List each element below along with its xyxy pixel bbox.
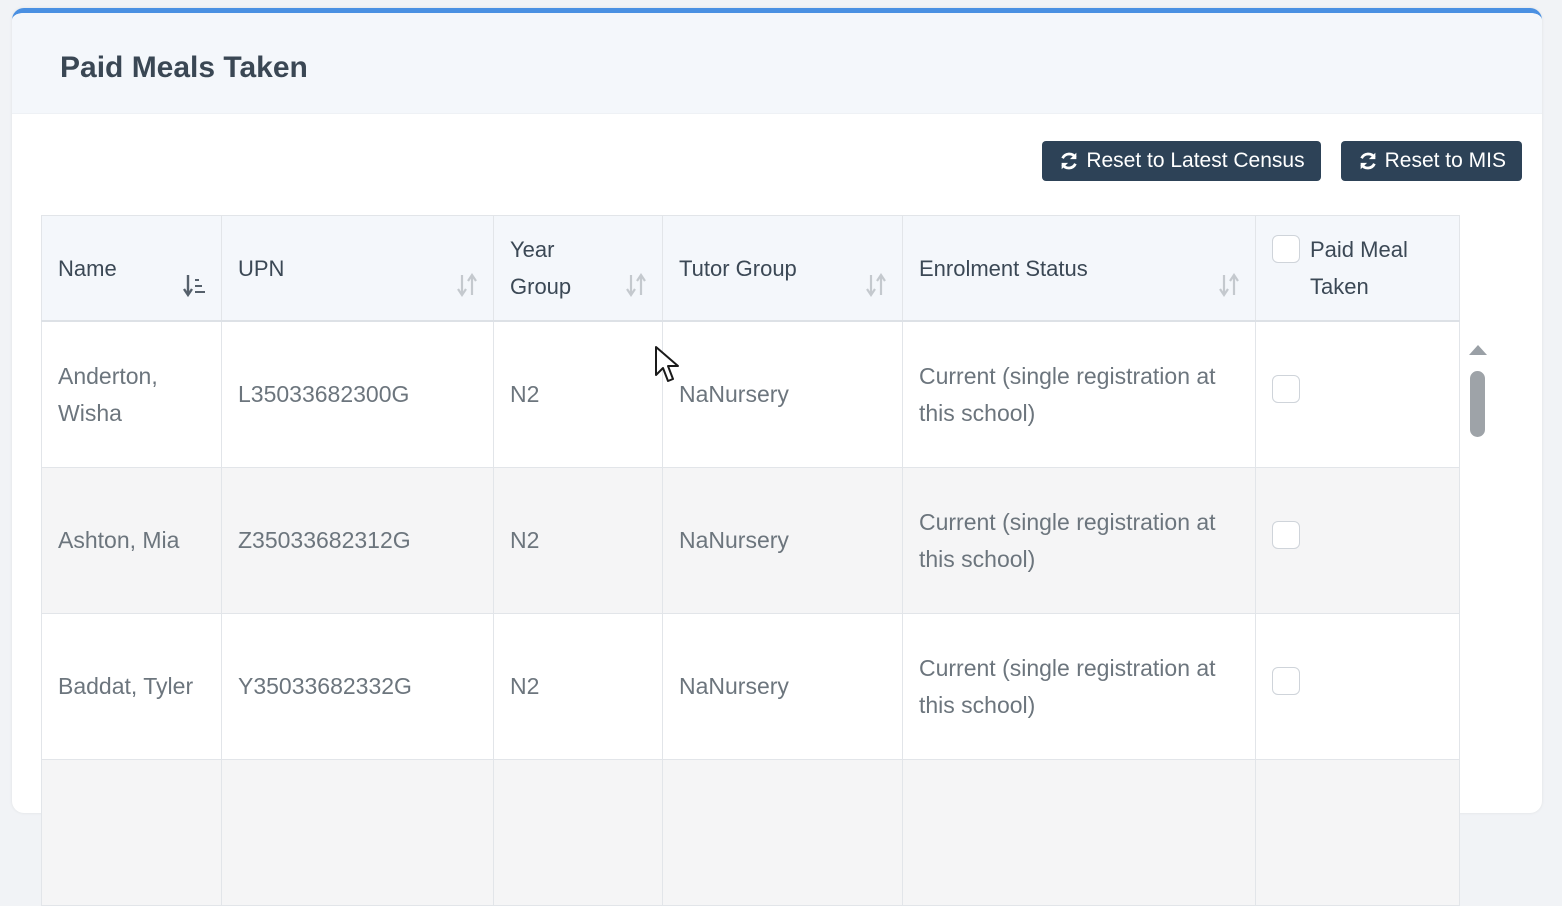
- cell-enrolment-status: Current (single registration at this sch…: [902, 613, 1256, 760]
- paid-meals-table: Name UPN Year Group Tutor Group Enrolmen…: [41, 215, 1460, 906]
- cell-paid-meal-taken: [1255, 320, 1460, 468]
- cell-tutor-group: NaNursery: [662, 320, 903, 468]
- refresh-icon: [1058, 150, 1080, 172]
- paid-meal-checkbox[interactable]: [1272, 667, 1300, 695]
- cell-upn: Y35033682332G: [221, 613, 494, 760]
- panel-header: Paid Meals Taken: [12, 13, 1542, 114]
- column-header-year-group[interactable]: Year Group: [493, 215, 663, 322]
- cell-upn: L35033682300G: [221, 320, 494, 468]
- cell-paid-meal-taken: [1255, 759, 1460, 906]
- table-row: [41, 759, 1460, 906]
- cell-year-group: N2: [493, 467, 663, 614]
- cell-upn: [221, 759, 494, 906]
- sort-icon[interactable]: [455, 272, 479, 298]
- cell-year-group: N2: [493, 613, 663, 760]
- cell-name: Baddat, Tyler: [41, 613, 222, 760]
- cell-enrolment-status: Current (single registration at this sch…: [902, 467, 1256, 614]
- cell-paid-meal-taken: [1255, 467, 1460, 614]
- select-all-wrap: Paid Meal Taken: [1272, 231, 1443, 305]
- column-header-tutor-group[interactable]: Tutor Group: [662, 215, 903, 322]
- cell-tutor-group: NaNursery: [662, 467, 903, 614]
- column-header-name-label: Name: [58, 255, 117, 281]
- table-toolbar: Reset to Latest Census Reset to MIS: [1042, 141, 1522, 181]
- reset-to-latest-census-button[interactable]: Reset to Latest Census: [1042, 141, 1321, 181]
- cell-year-group: [493, 759, 663, 906]
- column-header-year-group-label: Year Group: [510, 237, 572, 299]
- cell-enrolment-status: Current (single registration at this sch…: [902, 320, 1256, 468]
- column-header-enrolment-status-label: Enrolment Status: [919, 255, 1088, 281]
- column-header-enrolment-status[interactable]: Enrolment Status: [902, 215, 1256, 322]
- paid-meals-table-container: Name UPN Year Group Tutor Group Enrolmen…: [41, 215, 1460, 906]
- reset-to-mis-button[interactable]: Reset to MIS: [1340, 141, 1522, 181]
- cell-upn: Z35033682312G: [221, 467, 494, 614]
- cell-tutor-group: NaNursery: [662, 613, 903, 760]
- column-header-upn-label: UPN: [238, 255, 285, 281]
- table-header-row: Name UPN Year Group Tutor Group Enrolmen…: [41, 215, 1460, 322]
- refresh-icon: [1357, 150, 1379, 172]
- select-all-checkbox[interactable]: [1272, 235, 1300, 263]
- table-row: Ashton, Mia Z35033682312G N2 NaNursery C…: [41, 467, 1460, 614]
- column-header-paid-meal-taken: Paid Meal Taken: [1255, 215, 1460, 322]
- table-row: Anderton, Wisha L35033682300G N2 NaNurse…: [41, 320, 1460, 468]
- table-row: Baddat, Tyler Y35033682332G N2 NaNursery…: [41, 613, 1460, 760]
- cell-paid-meal-taken: [1255, 613, 1460, 760]
- column-header-name[interactable]: Name: [41, 215, 222, 322]
- reset-to-mis-label: Reset to MIS: [1384, 149, 1506, 172]
- column-header-tutor-group-label: Tutor Group: [679, 255, 797, 281]
- cell-name: [41, 759, 222, 906]
- sort-icon[interactable]: [864, 272, 888, 298]
- paid-meal-checkbox[interactable]: [1272, 521, 1300, 549]
- column-header-paid-meal-taken-label: Paid Meal Taken: [1310, 237, 1408, 299]
- panel-title: Paid Meals Taken: [60, 51, 308, 84]
- reset-to-latest-census-label: Reset to Latest Census: [1086, 149, 1305, 172]
- sort-icon[interactable]: [1217, 272, 1241, 298]
- mouse-cursor-icon: [655, 346, 679, 382]
- cell-name: Anderton, Wisha: [41, 320, 222, 468]
- scroll-up-arrow-icon[interactable]: [1469, 345, 1487, 355]
- scrollbar-thumb[interactable]: [1470, 371, 1485, 437]
- cell-tutor-group: [662, 759, 903, 906]
- sort-icon[interactable]: [624, 272, 648, 298]
- column-header-upn[interactable]: UPN: [221, 215, 494, 322]
- cell-year-group: N2: [493, 320, 663, 468]
- paid-meal-checkbox[interactable]: [1272, 375, 1300, 403]
- table-scrollbar[interactable]: [1466, 345, 1490, 465]
- cell-name: Ashton, Mia: [41, 467, 222, 614]
- cell-enrolment-status: [902, 759, 1256, 906]
- sort-ascending-icon[interactable]: [183, 272, 207, 298]
